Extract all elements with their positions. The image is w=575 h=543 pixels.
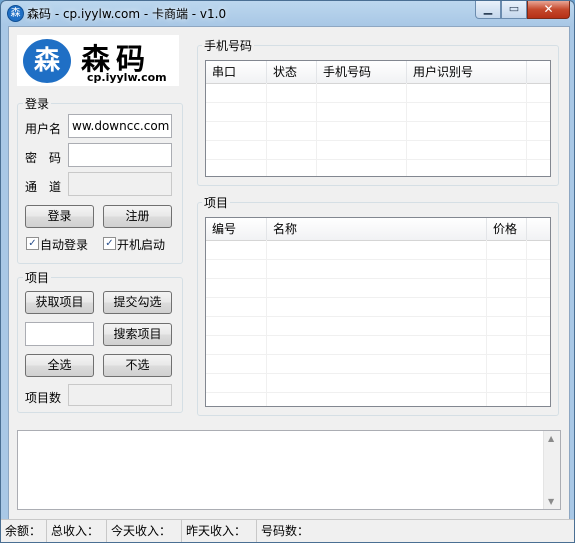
auto-login-checkbox[interactable]: ✓ 自动登录 [26,236,96,252]
grid-line [266,240,267,406]
submit-selected-button[interactable]: 提交勾选 [103,291,172,314]
client-area: 森 森码 cp.iyylw.com 登录 用户名 ww.downcc.com 密… [8,26,570,521]
status-today-income: 今天收入： [107,520,182,542]
status-total-income: 总收入： [47,520,107,542]
check-icon: ✓ [103,237,116,250]
scroll-up-icon[interactable]: ▲ [548,434,554,443]
app-window: 森 森码 - cp.iyylw.com - 卡商端 - v1.0 ▁ ▭ ✕ 森… [0,0,575,543]
brand-logo: 森 森码 cp.iyylw.com [17,35,179,86]
username-input[interactable]: ww.downcc.com [68,114,172,138]
get-project-button[interactable]: 获取项目 [25,291,94,314]
column-header[interactable]: 状态 [267,61,317,83]
check-icon: ✓ [26,237,39,250]
column-header[interactable]: 名称 [267,218,487,240]
grid-line [206,159,550,160]
logo-icon: 森 [23,39,71,83]
grid-line [206,354,550,355]
startup-label: 开机启动 [117,238,166,252]
grid-line [206,335,550,336]
column-header[interactable]: 价格 [487,218,527,240]
project-count-field [68,384,172,406]
select-all-button[interactable]: 全选 [25,354,94,377]
grid-line [316,83,317,176]
close-button[interactable]: ✕ [527,1,570,19]
login-group-label: 登录 [23,95,52,112]
grid-line [206,102,550,103]
status-bar: 余额： 总收入： 今天收入： 昨天收入： 号码数： [1,519,574,542]
grid-line [526,83,527,176]
minimize-button[interactable]: ▁ [475,1,501,19]
status-balance: 余额： [1,520,47,542]
channel-input [68,172,172,196]
log-textbox[interactable]: ▲ ▼ [17,430,561,510]
window-title: 森码 - cp.iyylw.com - 卡商端 - v1.0 [27,7,227,21]
grid-line [206,297,550,298]
items-group-label: 项目 [202,194,231,211]
items-list-header: 编号 名称 价格 [206,218,550,241]
password-label: 密 码 [25,151,62,165]
username-label: 用户名 [25,122,62,136]
column-header[interactable]: 用户识别号 [407,61,527,83]
project-count-label: 项目数 [25,391,62,405]
grid-line [206,121,550,122]
grid-line [526,240,527,406]
phones-list[interactable]: 串口 状态 手机号码 用户识别号 [205,60,551,177]
grid-line [206,278,550,279]
grid-line [206,392,550,393]
project-group-label: 项目 [23,269,52,286]
maximize-button[interactable]: ▭ [501,1,527,19]
grid-line [406,83,407,176]
deselect-button[interactable]: 不选 [103,354,172,377]
grid-line [486,240,487,406]
auto-login-label: 自动登录 [40,238,89,252]
phones-group-label: 手机号码 [202,37,255,54]
log-scrollbar[interactable]: ▲ ▼ [543,431,560,509]
project-search-input[interactable] [25,322,94,346]
column-header[interactable]: 编号 [206,218,267,240]
startup-checkbox[interactable]: ✓ 开机启动 [103,236,173,252]
column-header[interactable]: 串口 [206,61,267,83]
login-button[interactable]: 登录 [25,205,94,228]
title-bar[interactable]: 森 森码 - cp.iyylw.com - 卡商端 - v1.0 ▁ ▭ ✕ [1,1,574,25]
grid-line [266,83,267,176]
phones-list-header: 串口 状态 手机号码 用户识别号 [206,61,550,84]
search-project-button[interactable]: 搜索项目 [103,323,172,346]
status-yesterday-income: 昨天收入： [182,520,257,542]
grid-line [206,140,550,141]
logo-url: cp.iyylw.com [87,71,167,84]
grid-line [206,373,550,374]
register-button[interactable]: 注册 [103,205,172,228]
column-header[interactable]: 手机号码 [317,61,407,83]
channel-label: 通 道 [25,180,62,194]
items-list[interactable]: 编号 名称 价格 [205,217,551,407]
password-input[interactable] [68,143,172,167]
app-icon[interactable]: 森 [7,5,24,22]
scroll-down-icon[interactable]: ▼ [548,497,554,506]
grid-line [206,316,550,317]
grid-line [206,259,550,260]
status-number-count: 号码数： [261,524,310,538]
